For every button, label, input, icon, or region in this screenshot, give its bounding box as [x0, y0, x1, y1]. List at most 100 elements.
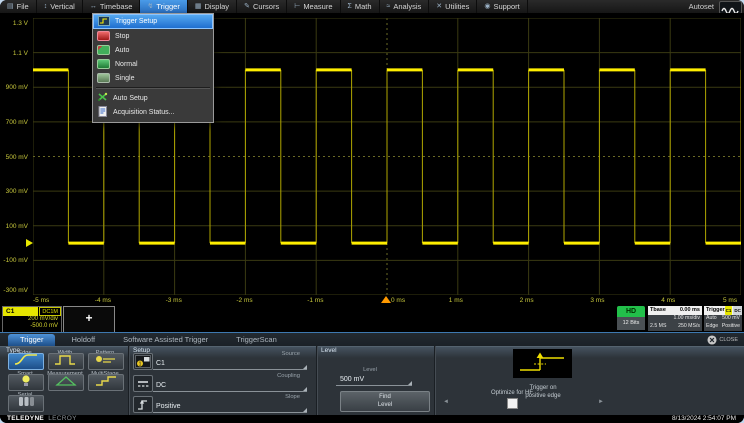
add-trace-box[interactable]: +	[63, 306, 115, 333]
analysis-icon: ≈	[387, 0, 391, 13]
x-axis-label: 3 ms	[590, 297, 604, 304]
brand-teledyne: TELEDYNE	[7, 415, 44, 422]
auto-setup-icon	[97, 92, 108, 104]
tab-software-assisted-trigger[interactable]: Software Assisted Trigger	[111, 334, 220, 346]
measure-icon: ⊢	[294, 0, 300, 13]
source-select[interactable]: C1	[156, 360, 165, 367]
vertical-icon: ↕	[44, 0, 48, 13]
menu-item-cursors[interactable]: ✎Cursors	[237, 0, 287, 13]
scroll-right-icon[interactable]: ►	[598, 399, 604, 405]
menu-item-vertical[interactable]: ↕Vertical	[37, 0, 83, 13]
trigger-slope: Positive	[722, 323, 740, 331]
trigger-type: Edge	[706, 323, 718, 331]
scroll-left-icon[interactable]: ◄	[443, 399, 449, 405]
close-label: CLOSE	[719, 337, 738, 343]
menu-item-file[interactable]: ▤File	[0, 0, 37, 13]
source-underline	[153, 369, 307, 370]
status-bar: TELEDYNE LECROY 8/13/2024 2:54:07 PM	[0, 415, 744, 423]
x-axis-label: -4 ms	[95, 297, 111, 304]
channel-name: C1	[3, 307, 38, 316]
level-input-underline	[336, 385, 412, 386]
trigger-type-width-button[interactable]	[48, 353, 84, 370]
x-axis-label: 4 ms	[661, 297, 675, 304]
level-input[interactable]: 500 mV	[340, 376, 364, 383]
close-icon	[707, 335, 717, 345]
channel-c1-descriptor[interactable]: C1 DC1M 200 mV/div -500.0 mV	[2, 306, 62, 333]
menu-item-label: Vertical	[50, 0, 75, 13]
trigger-type-serial-button[interactable]	[8, 395, 44, 412]
y-axis-label: 700 mV	[0, 119, 30, 126]
utilities-icon: ✕	[436, 0, 442, 13]
menu-item-trigger[interactable]: ↯Trigger	[140, 0, 187, 13]
measurement-trigger-icon	[51, 374, 81, 392]
menu-item-display[interactable]: ▦Display	[188, 0, 237, 13]
slope-field-label: Slope	[240, 394, 300, 400]
menu-item-label: File	[17, 0, 29, 13]
smart-trigger-icon	[11, 374, 41, 392]
menu-item-label: Measure	[303, 0, 332, 13]
y-axis-label: 300 mV	[0, 188, 30, 195]
trigger-type-smart-button[interactable]	[8, 374, 44, 391]
trigger-coupling-badge: DC	[733, 306, 742, 315]
y-axis-label: 1.1 V	[0, 50, 30, 57]
trigger-type-edge-button[interactable]	[8, 353, 44, 370]
trigger-menu-item-auto-setup[interactable]: Auto Setup	[93, 91, 213, 105]
channel-coupling-badge: DC1M	[39, 307, 61, 316]
acquisition-mode-box[interactable]: HD 12 Bits	[617, 306, 645, 331]
edge-trigger-icon	[11, 353, 41, 371]
menu-item-label: Auto	[115, 47, 129, 54]
tab-triggerscan[interactable]: TriggerScan	[224, 334, 289, 346]
acquisition-status-icon	[97, 106, 108, 119]
menu-item-label: Stop	[115, 33, 129, 40]
trigger-type-pattern-button[interactable]	[88, 353, 124, 370]
optimize-hf-checkbox[interactable]	[507, 398, 518, 409]
x-axis-label: -2 ms	[236, 297, 252, 304]
source-field-label: Source	[240, 351, 300, 357]
menu-item-math[interactable]: ΣMath	[341, 0, 380, 13]
menu-item-utilities[interactable]: ✕Utilities	[429, 0, 477, 13]
menu-item-label: Acquisition Status...	[113, 109, 174, 116]
tab-holdoff[interactable]: Holdoff	[59, 334, 107, 346]
normal-mode-icon	[97, 59, 110, 69]
menu-item-support[interactable]: ◉Support	[477, 0, 527, 13]
dialog-close-button[interactable]: CLOSE	[707, 335, 738, 345]
trigger-menu-item-normal[interactable]: Normal	[93, 57, 213, 71]
trigger-menu-item-trigger-setup[interactable]: Trigger Setup	[93, 14, 213, 29]
serial-trigger-icon	[11, 395, 41, 413]
trigger-type-measurement-button[interactable]	[48, 374, 84, 391]
trigger-menu-item-acquisition-status[interactable]: Acquisition Status...	[93, 105, 213, 119]
trigger-dialog: Trigger Holdoff Software Assisted Trigger T…	[0, 332, 744, 416]
menu-item-label: Analysis	[393, 0, 421, 13]
coupling-select[interactable]: DC	[156, 382, 166, 389]
menu-item-label: Display	[204, 0, 229, 13]
trigger-menu-item-stop[interactable]: Stop	[93, 29, 213, 43]
menu-item-measure[interactable]: ⊢Measure	[287, 0, 340, 13]
trigger-type-multistage-button[interactable]	[88, 374, 124, 391]
menu-item-timebase[interactable]: ↔Timebase	[83, 0, 141, 13]
trigger-menu-item-single[interactable]: Single	[93, 71, 213, 85]
tab-trigger[interactable]: Trigger	[8, 334, 55, 346]
trigger-descriptor[interactable]: Trigger C1 DC Auto500 mV EdgePositive	[704, 306, 742, 331]
y-axis-label: 500 mV	[0, 154, 30, 161]
dropdown-corner-icon	[303, 365, 307, 369]
x-axis-label: -5 ms	[33, 297, 49, 304]
y-axis-label: 100 mV	[0, 223, 30, 230]
multistage-trigger-icon	[91, 374, 121, 392]
section-divider	[128, 346, 130, 416]
timebase-scale: 1.00 ms/div	[673, 315, 700, 323]
autoset-button[interactable]: Autoset	[685, 0, 718, 13]
source-icon: 1	[133, 353, 153, 370]
find-level-button[interactable]: Find Level	[340, 391, 430, 412]
trigger-menu-item-auto[interactable]: Auto	[93, 43, 213, 57]
timebase-descriptor[interactable]: Tbase 0.00 ms 1.00 ms/div 2.5 MS250 MS/s	[648, 306, 702, 331]
channel-offset-marker[interactable]	[26, 239, 33, 247]
positive-edge-icon	[513, 349, 572, 378]
menu-item-analysis[interactable]: ≈Analysis	[380, 0, 430, 13]
slope-select[interactable]: Positive	[156, 403, 181, 410]
y-axis-label: 900 mV	[0, 84, 30, 91]
trigger-time-marker[interactable]	[381, 296, 391, 303]
timebase-label: Tbase	[650, 306, 666, 315]
dropdown-corner-icon	[408, 381, 412, 385]
trigger-icon: ↯	[147, 0, 153, 13]
timebase-samples: 2.5 MS	[650, 323, 666, 331]
